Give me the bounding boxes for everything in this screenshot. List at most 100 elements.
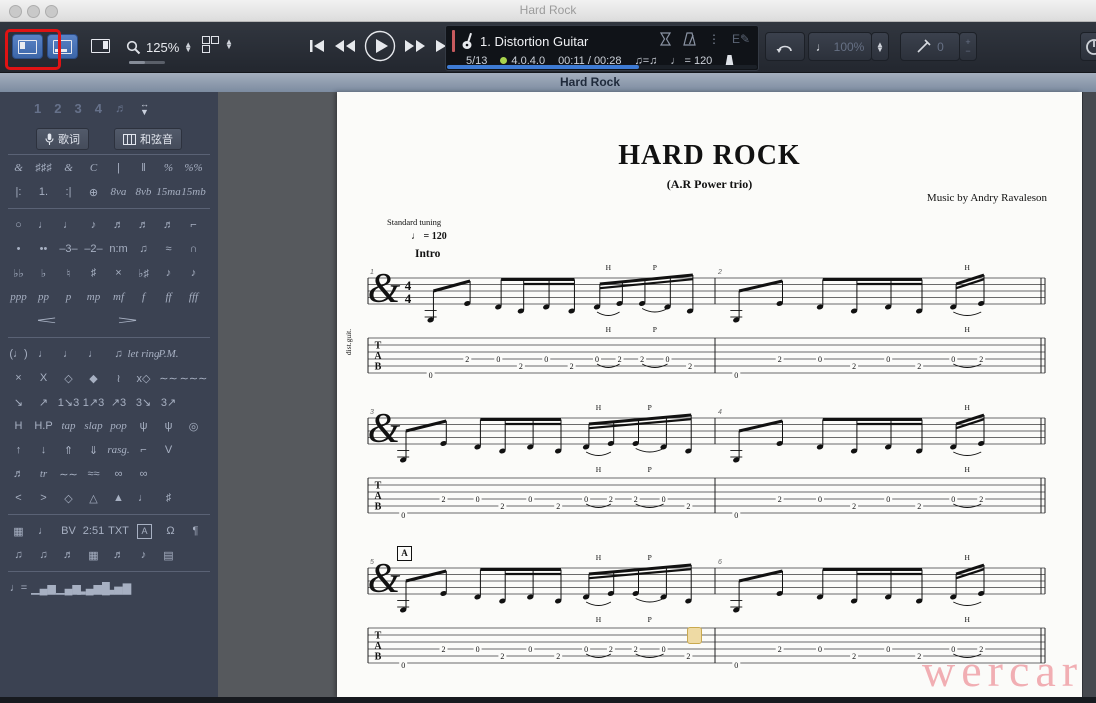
lyrics-button[interactable]: 歌词 [36,128,89,150]
double-barline-icon[interactable]: ‖ [131,157,156,179]
tenuto-icon[interactable]: ♩ [56,343,81,365]
accent-swell-icon[interactable]: ▲ [106,487,131,509]
flat-icon[interactable]: ♭ [31,262,56,284]
double-dotted-note-icon[interactable]: •• [31,238,56,260]
fade-out-icon[interactable]: > [31,487,56,509]
rest-icon[interactable]: ⌐ [181,214,206,236]
master-volume-button[interactable] [1080,32,1096,61]
note-ornament-icon[interactable]: ♩ [131,487,156,509]
tremolo-icon[interactable]: ≈ [156,238,181,260]
slide-1-3-down-icon[interactable]: 1↘3 [56,391,81,413]
clef-change-icon[interactable]: & [56,157,81,179]
notation-staves[interactable]: &TAB44dist.guit.102020202202HHPP20202020… [337,92,1082,697]
wide-vibrato-icon[interactable]: ∼∼∼ [181,367,206,389]
transpose-stepper[interactable]: +− [959,32,977,61]
dotted-note-icon[interactable]: • [6,238,31,260]
fingering-icon[interactable]: ◎ [181,415,206,437]
tempo-marker-icon[interactable]: ♩= [6,577,31,599]
acciaccatura-icon[interactable]: ♪ [181,262,206,284]
bend-icon[interactable]: ≀ [106,367,131,389]
beam-group-4-icon[interactable]: ♬ [106,544,131,566]
hourglass-icon[interactable] [660,32,671,46]
repeat-close-icon[interactable]: :| [56,181,81,203]
accent-icon[interactable]: ♩ [81,343,106,365]
speed-stepper[interactable]: ▲▼ [871,32,889,61]
lock-icon[interactable]: Ω [158,520,183,542]
pop-icon[interactable]: pop [106,415,131,437]
simile-mark-icon[interactable]: % [156,157,181,179]
more-options-icon[interactable]: ⋮ [708,33,720,45]
beam-break-icon[interactable]: ♪ [131,544,156,566]
time-marker-icon[interactable]: 2:51 [81,520,106,542]
pick-down-icon[interactable]: ⌐ [131,439,156,461]
parchment-view-button[interactable] [47,34,78,59]
decrescendo-icon[interactable]: > [88,310,168,332]
chord-button[interactable]: 和弦音 [114,128,182,150]
hammer-on-icon[interactable]: H [6,415,31,437]
dynamic-ff-icon[interactable]: ff [156,286,181,308]
playback-progress-bar[interactable] [447,65,757,69]
direction-paragraph-icon[interactable]: ¶ [183,520,208,542]
sharp-ornament-icon[interactable]: ♯ [156,487,181,509]
multivoice-icon[interactable]: ♬ [115,101,127,115]
track-display-panel[interactable]: 1. Distortion Guitar ⋮ E✎ 5/13 4.0.4.0 0… [445,25,759,71]
edit-tuning-icon[interactable]: E✎ [732,32,750,46]
duplet-icon[interactable]: –2– [81,238,106,260]
harmonic-pinch-icon[interactable]: x◇ [131,367,156,389]
fermata-icon[interactable]: ∩ [181,238,206,260]
dynamic-fff-icon[interactable]: fff [181,286,206,308]
staccato-icon[interactable]: ♩ [31,343,56,365]
beam-group-3-icon[interactable]: ♬ [56,544,81,566]
zoom-slider[interactable] [129,61,165,64]
grace-pair-icon[interactable]: ♬ [6,463,31,485]
barline-icon[interactable]: | [106,157,131,179]
wide-tremolo-icon[interactable]: ≈≈ [81,463,106,485]
fast-forward-button[interactable] [404,38,426,57]
hammer-pull-icon[interactable]: H.P [31,415,56,437]
ghost-note-icon[interactable]: (♩) [6,343,31,365]
dynamic-p-icon[interactable]: p [56,286,81,308]
zoom-stepper[interactable]: ▲▼ [184,42,192,52]
half-note-icon[interactable]: ♩ [31,214,56,236]
volume-swell-icon[interactable]: △ [81,487,106,509]
volta-icon[interactable]: 1. [31,181,56,203]
document-tab-label[interactable]: Hard Rock [560,75,620,89]
coda-icon[interactable]: ⊕ [81,181,106,203]
dynamic-pp-icon[interactable]: pp [31,286,56,308]
artificial-harmonic-icon[interactable]: ◆ [81,367,106,389]
quindicesima-down-icon[interactable]: 15mb [181,181,206,203]
time-signature-icon[interactable]: C [81,157,106,179]
arpeggio-up-icon[interactable]: ⇑ [56,439,81,461]
beam-group-1-icon[interactable]: ♫ [6,544,31,566]
metronome-icon[interactable] [683,32,696,46]
pick-up-icon[interactable]: V [156,439,181,461]
whole-note-icon[interactable]: ○ [6,214,31,236]
skip-to-start-button[interactable] [308,38,326,57]
grace-note-icon[interactable]: ♪ [156,262,181,284]
automation-bars-icon[interactable]: ▂▄▆█ [81,577,106,599]
fade-in-icon[interactable]: < [6,487,31,509]
voice-1-button[interactable]: 1 [34,101,41,116]
heavy-accent-icon[interactable]: X [31,367,56,389]
accidental-combo-icon[interactable]: ♭♯ [131,262,156,284]
screen-view-button[interactable] [86,34,115,57]
dead-note-icon[interactable]: × [6,367,31,389]
beam-group-2-icon[interactable]: ♫ [31,544,56,566]
relative-speed-button[interactable]: ♩ 100% [808,32,872,61]
dynamic-mp-icon[interactable]: mp [81,286,106,308]
quarter-note-icon[interactable]: ♩ [56,214,81,236]
slap-icon[interactable]: slap [81,415,106,437]
tremolo-bar-icon[interactable]: ∼∼ [56,463,81,485]
right-hand-icon[interactable]: ψ [156,415,181,437]
slide-out-up-icon[interactable]: 3↗ [156,391,181,413]
beam-grid-icon[interactable]: ▦ [81,544,106,566]
page-view-button[interactable] [12,34,43,59]
scroll-gutter[interactable] [1082,92,1096,697]
voice-4-button[interactable]: 4 [95,101,102,116]
dynamic-mf-icon[interactable]: mf [106,286,131,308]
repeat-open-icon[interactable]: |: [6,181,31,203]
arpeggio-down-icon[interactable]: ⇓ [81,439,106,461]
triplet-icon[interactable]: –3– [56,238,81,260]
transpose-button[interactable]: 0 [900,32,960,61]
beam-over-rest-icon[interactable]: ▤ [156,544,181,566]
